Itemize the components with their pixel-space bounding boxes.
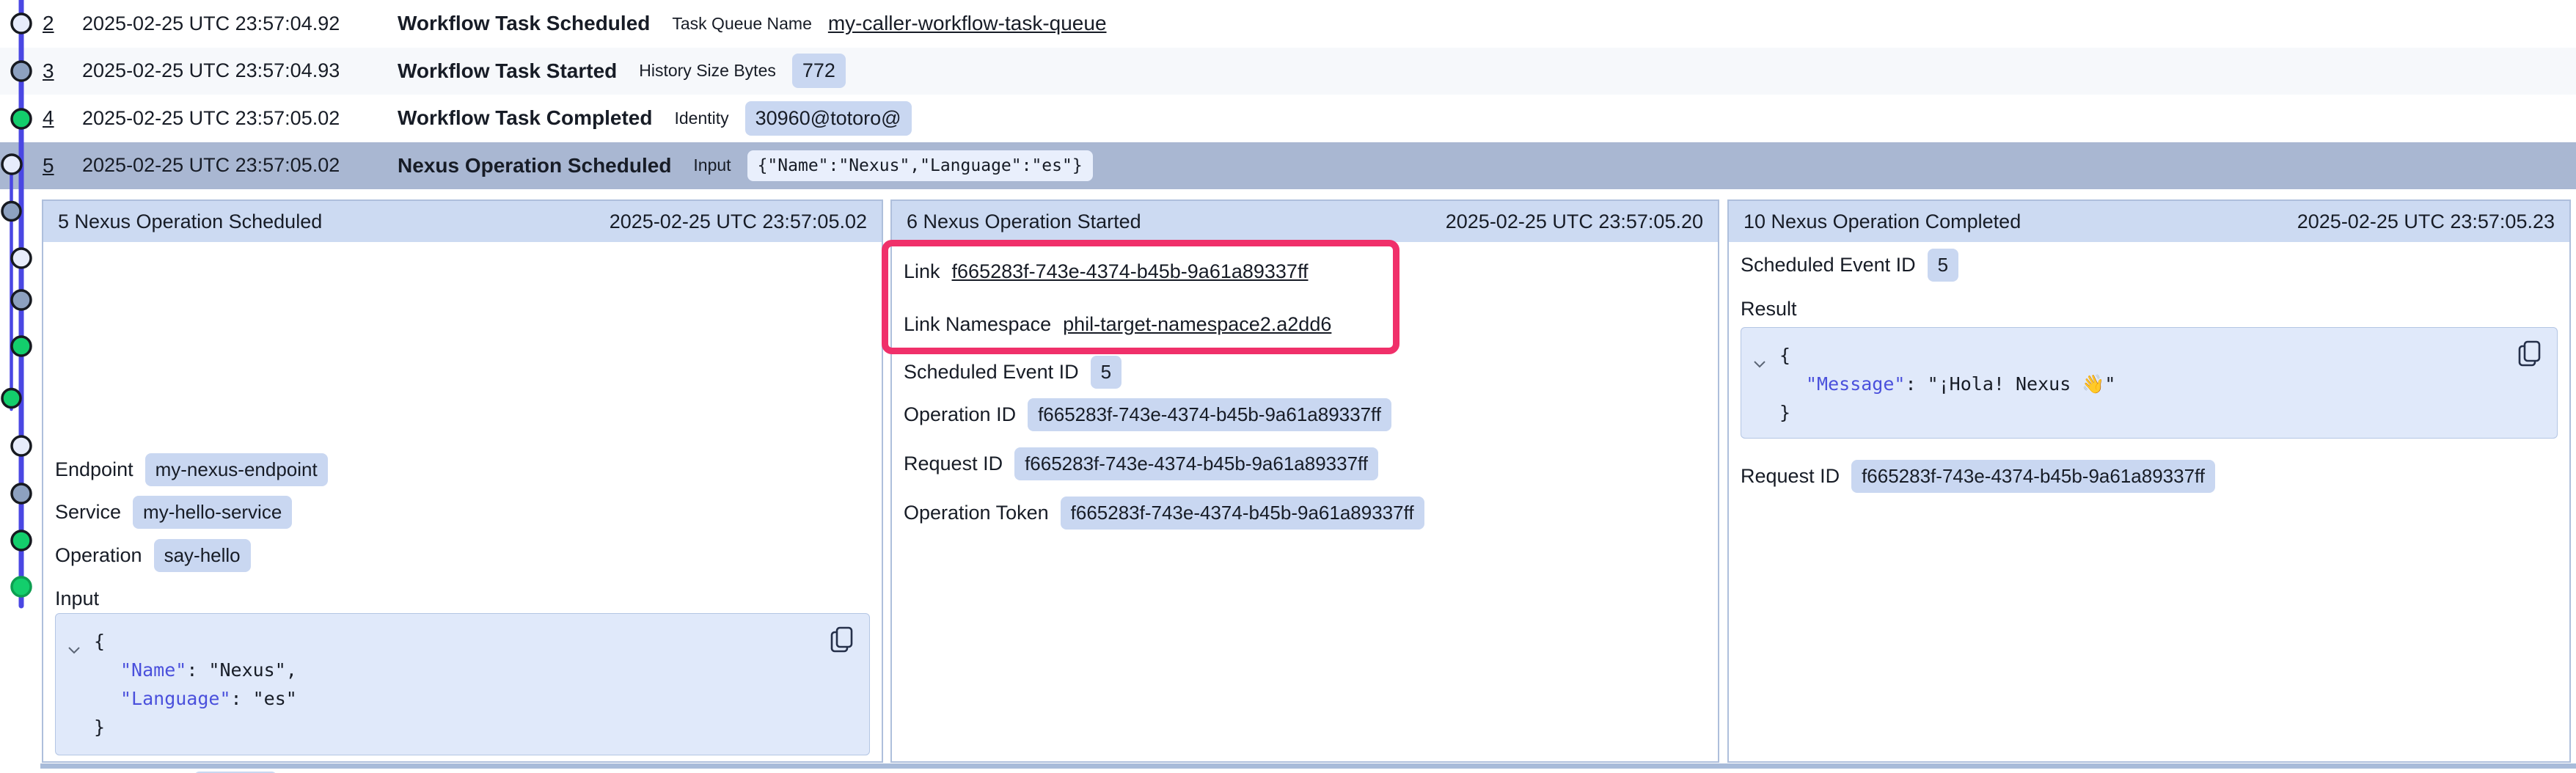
panels-bottom-scroll-edge[interactable] xyxy=(40,763,2576,769)
event-dot-completed xyxy=(12,109,31,128)
panel-header: 5 Nexus Operation Scheduled 2025-02-25 U… xyxy=(43,201,882,242)
event-dot-completed xyxy=(12,531,31,550)
event-row-2[interactable]: 2 2025-02-25 UTC 23:57:04.92 Workflow Ta… xyxy=(0,0,2576,48)
event-dot-scheduled xyxy=(12,436,31,455)
request-id-label: Request ID xyxy=(1741,465,1840,488)
event-dot-scheduled xyxy=(12,14,31,33)
json-key: "Language" xyxy=(120,688,231,709)
panel-nexus-operation-scheduled: 5 Nexus Operation Scheduled 2025-02-25 U… xyxy=(42,199,883,763)
panel-timestamp: 2025-02-25 UTC 23:57:05.20 xyxy=(1446,210,1703,233)
event-dot-started xyxy=(12,290,31,309)
event-attr-label: Input xyxy=(693,155,731,175)
scheduled-event-id-label: Scheduled Event ID xyxy=(1741,254,1916,276)
event-attr-label: Task Queue Name xyxy=(672,14,811,34)
event-attr-label: History Size Bytes xyxy=(639,61,776,81)
scheduled-event-id-badge: 5 xyxy=(1928,249,1958,282)
panel-header: 10 Nexus Operation Completed 2025-02-25 … xyxy=(1729,201,2569,242)
annotation-highlight-box xyxy=(882,240,1399,354)
event-input-badge: {"Name":"Nexus","Language":"es"} xyxy=(747,150,1093,181)
panel-timestamp: 2025-02-25 UTC 23:57:05.23 xyxy=(2297,210,2555,233)
event-id-link[interactable]: 3 xyxy=(43,59,82,83)
operation-id-badge: f665283f-743e-4374-b45b-9a61a89337ff xyxy=(1028,398,1391,431)
event-attr-label: Identity xyxy=(674,109,728,128)
json-key: "Name" xyxy=(120,659,186,681)
event-row-3[interactable]: 3 2025-02-25 UTC 23:57:04.93 Workflow Ta… xyxy=(0,48,2576,95)
copy-icon[interactable] xyxy=(830,626,856,655)
event-history-rows: 2 2025-02-25 UTC 23:57:04.92 Workflow Ta… xyxy=(0,0,2576,189)
endpoint-label: Endpoint xyxy=(55,458,133,481)
operation-id-label: Operation ID xyxy=(904,403,1016,426)
event-timestamp: 2025-02-25 UTC 23:57:05.02 xyxy=(82,154,398,177)
panel-title: 6 Nexus Operation Started xyxy=(907,210,1141,233)
event-id-link[interactable]: 5 xyxy=(43,154,82,177)
event-timestamp: 2025-02-25 UTC 23:57:05.02 xyxy=(82,107,398,130)
event-dot-scheduled xyxy=(12,249,31,268)
operation-token-label: Operation Token xyxy=(904,502,1049,524)
event-id-link[interactable]: 4 xyxy=(43,106,82,130)
chevron-down-icon[interactable] xyxy=(67,627,94,741)
json-content: { "Name": "Nexus", "Language": "es" } xyxy=(94,627,297,741)
operation-value-badge: say-hello xyxy=(154,539,251,572)
task-queue-link[interactable]: my-caller-workflow-task-queue xyxy=(828,12,1107,35)
event-dot-started xyxy=(12,484,31,503)
event-dot-scheduled xyxy=(2,155,21,174)
scheduled-event-id-label: Scheduled Event ID xyxy=(904,361,1079,384)
event-id-link[interactable]: 2 xyxy=(43,12,82,35)
json-key: "Message" xyxy=(1806,373,1905,395)
panel-header: 6 Nexus Operation Started 2025-02-25 UTC… xyxy=(892,201,1718,242)
event-timestamp: 2025-02-25 UTC 23:57:04.92 xyxy=(82,12,398,35)
json-value: "es" xyxy=(253,688,297,709)
event-dot-completed xyxy=(2,389,21,408)
event-dot-completed xyxy=(12,337,31,356)
event-timeline xyxy=(0,0,44,773)
json-content: { "Message": "¡Hola! Nexus 👋" } xyxy=(1779,341,2115,427)
event-name: Workflow Task Completed xyxy=(398,106,652,130)
input-label: Input xyxy=(55,587,99,610)
json-value: "Nexus", xyxy=(208,659,296,681)
event-dot-started xyxy=(2,202,21,221)
event-name: Nexus Operation Scheduled xyxy=(398,154,671,177)
event-attr-value-badge: 772 xyxy=(792,54,846,88)
operation-label: Operation xyxy=(55,544,142,567)
event-name: Workflow Task Scheduled xyxy=(398,12,650,35)
chevron-down-icon[interactable] xyxy=(1753,341,1779,427)
copy-icon[interactable] xyxy=(2517,340,2544,369)
panel-timestamp: 2025-02-25 UTC 23:57:05.02 xyxy=(610,210,867,233)
endpoint-value-badge: my-nexus-endpoint xyxy=(145,453,328,486)
request-id-badge: f665283f-743e-4374-b45b-9a61a89337ff xyxy=(1851,460,2215,493)
input-json-block: { "Name": "Nexus", "Language": "es" } xyxy=(55,613,870,755)
event-timestamp: 2025-02-25 UTC 23:57:04.93 xyxy=(82,59,398,82)
event-row-5-selected[interactable]: 5 2025-02-25 UTC 23:57:05.02 Nexus Opera… xyxy=(0,142,2576,190)
request-id-label: Request ID xyxy=(904,453,1003,475)
panel-nexus-operation-completed: 10 Nexus Operation Completed 2025-02-25 … xyxy=(1727,199,2571,763)
request-id-badge: f665283f-743e-4374-b45b-9a61a89337ff xyxy=(1014,447,1378,480)
event-history-page: 2 2025-02-25 UTC 23:57:04.92 Workflow Ta… xyxy=(0,0,2576,773)
result-label: Result xyxy=(1741,298,1797,320)
result-json-block: { "Message": "¡Hola! Nexus 👋" } xyxy=(1741,327,2558,439)
scheduled-event-id-badge: 5 xyxy=(1091,356,1121,389)
event-name: Workflow Task Started xyxy=(398,59,617,83)
event-dot-started xyxy=(12,62,31,81)
operation-token-badge: f665283f-743e-4374-b45b-9a61a89337ff xyxy=(1061,497,1424,530)
panel-title: 10 Nexus Operation Completed xyxy=(1743,210,2021,233)
json-value: "¡Hola! Nexus 👋" xyxy=(1928,373,2116,395)
panel-title: 5 Nexus Operation Scheduled xyxy=(58,210,322,233)
service-label: Service xyxy=(55,501,121,524)
service-value-badge: my-hello-service xyxy=(133,496,292,529)
event-dot-completed-last xyxy=(12,577,31,596)
event-row-4[interactable]: 4 2025-02-25 UTC 23:57:05.02 Workflow Ta… xyxy=(0,95,2576,142)
event-attr-value-badge: 30960@totoro@ xyxy=(745,101,912,136)
